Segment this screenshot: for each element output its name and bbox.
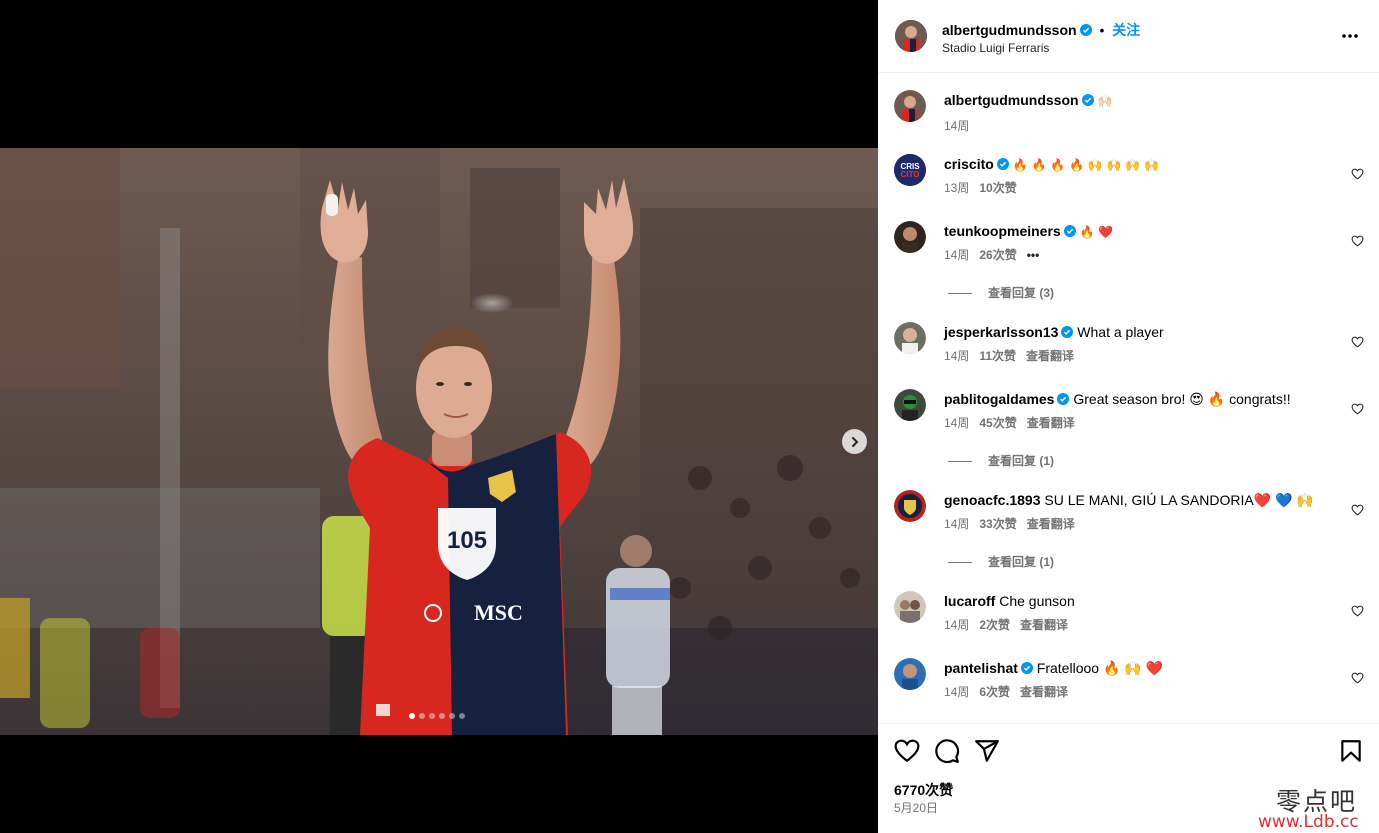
comment-likes[interactable]: 26次赞 xyxy=(979,248,1016,262)
verified-icon xyxy=(1057,393,1070,405)
carousel-dot xyxy=(449,713,455,719)
see-translation-button[interactable]: 查看翻译 xyxy=(1020,618,1068,632)
commenter-username[interactable]: pantelishat xyxy=(944,660,1018,676)
view-replies-button[interactable]: 查看回复 (1) xyxy=(948,452,1054,469)
post-side-panel: albertgudmundsson • 关注 Stadio Luigi Ferr… xyxy=(878,0,1379,833)
comment-likes[interactable]: 11次赞 xyxy=(979,349,1016,363)
like-comment-heart-icon[interactable] xyxy=(1351,403,1364,415)
caption-time[interactable]: 14周 xyxy=(944,119,969,133)
commenter-avatar[interactable]: CRIS CITO xyxy=(894,154,926,186)
verified-icon xyxy=(1079,24,1092,36)
replies-divider xyxy=(948,461,972,463)
commenter-avatar[interactable] xyxy=(894,658,926,690)
commenter-avatar[interactable] xyxy=(894,389,926,421)
comment-time[interactable]: 13周 xyxy=(944,181,969,195)
next-photo-button[interactable] xyxy=(842,429,867,454)
commenter-username[interactable]: genoacfc.1893 xyxy=(944,492,1041,508)
like-comment-heart-icon[interactable] xyxy=(1351,168,1364,180)
commenter-username[interactable]: criscito xyxy=(944,156,994,172)
see-translation-button[interactable]: 查看翻译 xyxy=(1027,416,1075,430)
view-replies-label: 查看回复 (3) xyxy=(988,286,1055,300)
media-viewer: 105 MSC xyxy=(0,0,878,833)
carousel-dot xyxy=(439,713,445,719)
jersey-sponsor-text: MSC xyxy=(474,600,523,625)
caption-text: 🙌🏻 xyxy=(1097,94,1113,108)
comment-text: SU LE MANI, GIÚ LA SANDORIA❤️ 💙 🙌 xyxy=(1044,492,1314,508)
comment-text: Che gunson xyxy=(999,593,1075,609)
author-avatar[interactable] xyxy=(895,20,927,52)
watermark-url: www.Ldb.cc xyxy=(1258,812,1359,832)
like-comment-heart-icon[interactable] xyxy=(1351,605,1364,617)
site-watermark: 零点吧 www.Ldb.cc xyxy=(1258,780,1376,833)
verified-icon xyxy=(1063,225,1076,237)
author-avatar[interactable] xyxy=(894,90,926,122)
see-translation-button[interactable]: 查看翻译 xyxy=(1020,685,1068,699)
bookmark-icon[interactable] xyxy=(1338,738,1364,764)
comment-text: Great season bro! 😍 🔥 congrats!! xyxy=(1073,391,1291,407)
author-username[interactable]: albertgudmundsson xyxy=(942,22,1077,38)
comment-time[interactable]: 14周 xyxy=(944,618,969,632)
carousel-indicator xyxy=(409,713,465,719)
carousel-dot xyxy=(459,713,465,719)
verified-icon xyxy=(1061,326,1074,338)
comment-likes[interactable]: 6次赞 xyxy=(979,685,1010,699)
like-comment-heart-icon[interactable] xyxy=(1351,672,1364,684)
comments-list: albertgudmundsson 🙌🏻 14周 CRIS CITO crisci… xyxy=(878,73,1379,723)
comment-text: Fratellooo 🔥 🙌 ❤️ xyxy=(1036,660,1164,676)
like-comment-heart-icon[interactable] xyxy=(1351,235,1364,247)
heart-icon[interactable] xyxy=(894,738,920,764)
see-translation-button[interactable]: 查看翻译 xyxy=(1027,517,1075,531)
like-comment-heart-icon[interactable] xyxy=(1351,504,1364,516)
comment-likes[interactable]: 2次赞 xyxy=(979,618,1010,632)
view-replies-button[interactable]: 查看回复 (3) xyxy=(948,284,1054,301)
commenter-username[interactable]: jesperkarlsson13 xyxy=(944,324,1058,340)
comment-time[interactable]: 14周 xyxy=(944,349,969,363)
replies-divider xyxy=(948,293,972,295)
comment-time[interactable]: 14周 xyxy=(944,416,969,430)
post-likes-count[interactable]: 6770次赞 xyxy=(894,780,953,800)
commenter-avatar[interactable] xyxy=(894,591,926,623)
jersey-logo-text: 105 xyxy=(447,527,487,554)
commenter-avatar[interactable] xyxy=(894,221,926,253)
view-replies-label: 查看回复 (1) xyxy=(988,555,1055,569)
comment-time[interactable]: 14周 xyxy=(944,517,969,531)
share-icon[interactable] xyxy=(974,738,1000,764)
comment-icon[interactable] xyxy=(934,738,960,764)
comment-options-button[interactable]: ••• xyxy=(1027,248,1040,262)
carousel-dot-active xyxy=(409,713,415,719)
comment-likes[interactable]: 33次赞 xyxy=(979,517,1016,531)
post-photo[interactable]: 105 MSC xyxy=(0,148,878,735)
commenter-username[interactable]: lucaroff xyxy=(944,593,995,609)
comment-time[interactable]: 14周 xyxy=(944,685,969,699)
svg-text:CITO: CITO xyxy=(901,170,920,179)
verified-icon xyxy=(1081,94,1094,106)
commenter-username[interactable]: pablitogaldames xyxy=(944,391,1054,407)
comment-text: 🔥 ❤️ xyxy=(1079,225,1114,239)
follow-button[interactable]: 关注 xyxy=(1112,22,1140,38)
comment-text: What a player xyxy=(1077,324,1164,340)
header-separator: • xyxy=(1099,22,1105,38)
comment-likes[interactable]: 10次赞 xyxy=(979,181,1016,195)
view-replies-label: 查看回复 (1) xyxy=(988,454,1055,468)
carousel-dot xyxy=(429,713,435,719)
post-header: albertgudmundsson • 关注 Stadio Luigi Ferr… xyxy=(878,0,1379,73)
view-replies-button[interactable]: 查看回复 (1) xyxy=(948,553,1054,570)
verified-icon xyxy=(1020,662,1033,674)
post-location[interactable]: Stadio Luigi Ferraris xyxy=(942,41,1049,55)
more-icon[interactable] xyxy=(1340,28,1360,44)
commenter-username[interactable]: teunkoopmeiners xyxy=(944,223,1061,239)
commenter-avatar[interactable] xyxy=(894,322,926,354)
comment-likes[interactable]: 45次赞 xyxy=(979,416,1016,430)
commenter-avatar[interactable] xyxy=(894,490,926,522)
post-date[interactable]: 5月20日 xyxy=(894,799,938,816)
comment-time[interactable]: 14周 xyxy=(944,248,969,262)
like-comment-heart-icon[interactable] xyxy=(1351,336,1364,348)
chevron-right-icon xyxy=(851,436,858,447)
comment-text: 🔥 🔥 🔥 🔥 🙌 🙌 🙌 🙌 xyxy=(1012,158,1159,172)
carousel-dot xyxy=(419,713,425,719)
verified-icon xyxy=(996,158,1009,170)
caption-username[interactable]: albertgudmundsson xyxy=(944,92,1079,108)
see-translation-button[interactable]: 查看翻译 xyxy=(1026,349,1074,363)
replies-divider xyxy=(948,562,972,564)
